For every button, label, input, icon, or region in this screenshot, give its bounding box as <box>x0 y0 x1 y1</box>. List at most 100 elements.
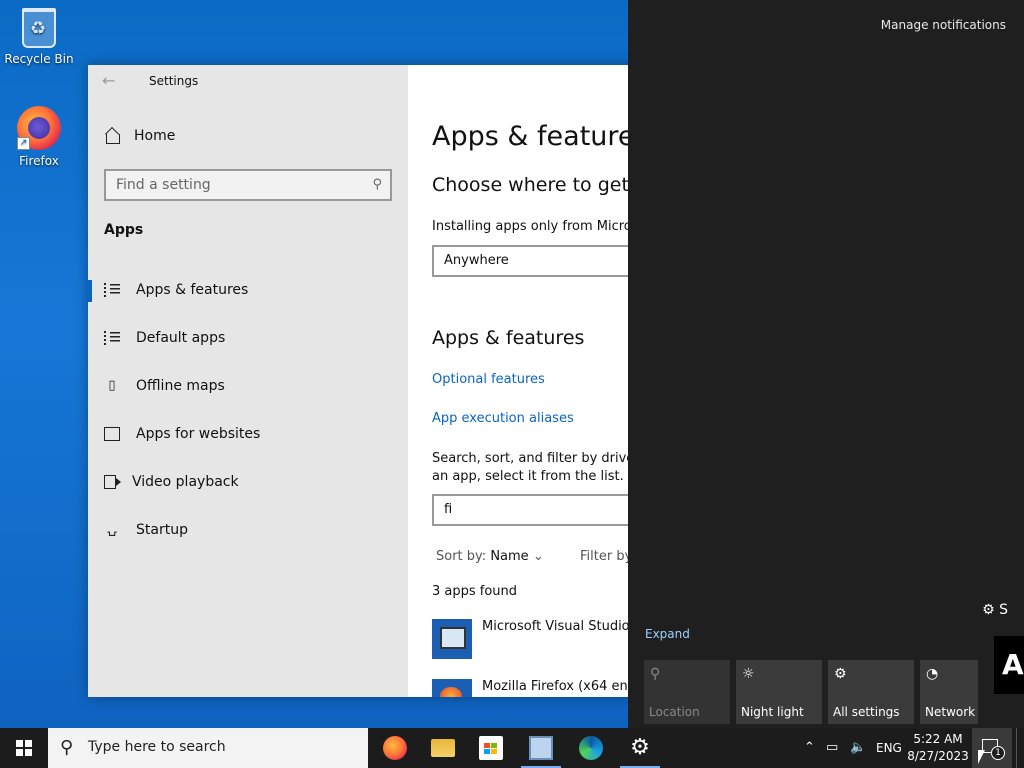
sort-label: Sort by: <box>436 549 487 564</box>
home-nav-item[interactable]: Home <box>104 128 175 144</box>
open-in-icon <box>104 427 120 441</box>
map-icon: ▯ <box>108 378 116 393</box>
recycle-bin-shortcut[interactable]: Recycle Bin <box>4 8 74 66</box>
gear-icon: ⚙ <box>834 666 847 682</box>
search-input-value: fi <box>444 502 453 517</box>
show-desktop-button[interactable] <box>1016 728 1024 768</box>
quick-action-label: All settings <box>833 705 900 719</box>
recycle-bin-icon <box>22 8 56 48</box>
firefox-icon <box>383 736 407 760</box>
manage-notifications-link[interactable]: Manage notifications <box>881 18 1006 32</box>
sidebar-item-label: Video playback <box>132 474 239 490</box>
quick-action-night-light[interactable]: ☼ Night light <box>736 660 822 724</box>
visual-studio-installer-icon <box>432 619 472 659</box>
video-icon <box>104 475 121 489</box>
optional-features-link[interactable]: Optional features <box>432 372 545 387</box>
clock-date: 8/27/2023 <box>907 749 969 763</box>
store-icon <box>479 736 503 760</box>
sidebar-item-offline-maps[interactable]: ▯ Offline maps <box>88 366 408 406</box>
sidebar-item-startup[interactable]: ⍽ Startup <box>88 510 408 550</box>
sidebar-item-apps-features[interactable]: Apps & features <box>88 270 408 310</box>
default-apps-icon <box>104 331 120 345</box>
sort-value: Name <box>490 549 529 564</box>
app-name: Microsoft Visual Studio <box>482 619 630 634</box>
app-source-dropdown[interactable]: Anywhere <box>432 245 648 277</box>
taskbar-store[interactable] <box>467 728 515 768</box>
search-help-line2: an app, select it from the list. <box>432 469 624 484</box>
notification-count-badge: 1 <box>991 746 1005 760</box>
sidebar-item-apps-for-websites[interactable]: Apps for websites <box>88 414 408 454</box>
section-heading: Apps <box>104 222 144 238</box>
sidebar-item-label: Apps for websites <box>136 426 261 442</box>
quick-action-label: Network <box>925 705 976 719</box>
quick-action-network[interactable]: ◔ Network <box>920 660 978 724</box>
home-label: Home <box>134 128 176 144</box>
network-tray-icon[interactable]: ▭ <box>826 740 838 755</box>
mouse-cursor-icon <box>978 750 985 764</box>
volume-icon[interactable]: 🔈 <box>850 740 866 755</box>
firefox-shortcut[interactable]: ↗ Firefox <box>4 106 74 168</box>
firefox-installer-icon <box>432 679 472 697</box>
quick-action-all-settings[interactable]: ⚙ All settings <box>828 660 914 724</box>
side-tile[interactable]: A <box>994 636 1024 694</box>
settings-content: Apps & features Choose where to get a In… <box>408 65 648 697</box>
clock[interactable]: 5:22 AM 8/27/2023 <box>906 731 970 765</box>
installing-text: Installing apps only from Micros <box>432 219 639 234</box>
chevron-down-icon: ⌄ <box>532 549 544 564</box>
title-bar: ← Settings <box>88 65 408 97</box>
firefox-icon: ↗ <box>17 106 61 150</box>
search-placeholder: Type here to search <box>88 739 226 755</box>
execution-aliases-link[interactable]: App execution aliases <box>432 411 574 426</box>
taskbar-search-box[interactable]: ⚲ Type here to search <box>48 728 368 768</box>
dropdown-value: Anywhere <box>444 253 509 268</box>
quick-action-label: Night light <box>741 705 804 719</box>
taskbar-firefox[interactable] <box>371 728 419 768</box>
choose-heading: Choose where to get a <box>432 174 647 196</box>
shortcut-arrow-icon: ↗ <box>17 137 30 150</box>
edge-icon <box>579 736 603 760</box>
sort-control[interactable]: Sort by: Name ⌄ <box>436 549 544 564</box>
firefox-label: Firefox <box>19 154 59 168</box>
filter-control[interactable]: Filter by <box>580 549 632 564</box>
action-center-panel: Manage notifications Expand ⚲ Location ☼… <box>628 0 1024 728</box>
search-help-line1: Search, sort, and filter by drive. <box>432 451 639 466</box>
side-tile-letter: A <box>1002 648 1024 681</box>
app-list-item[interactable]: Microsoft Visual Studio <box>432 619 630 659</box>
taskbar-file-explorer[interactable] <box>419 728 467 768</box>
quick-action-label: Location <box>649 705 700 719</box>
app-name: Mozilla Firefox (x64 en- <box>482 679 633 694</box>
network-icon: ◔ <box>926 666 939 682</box>
result-count: 3 apps found <box>432 584 518 599</box>
taskbar-edge[interactable] <box>567 728 615 768</box>
search-icon: ⚲ <box>60 737 74 758</box>
app-search-input[interactable]: fi <box>432 494 648 526</box>
clock-time: 5:22 AM <box>913 732 963 746</box>
input-language[interactable]: ENG <box>876 741 902 755</box>
back-arrow-icon[interactable]: ← <box>102 71 115 90</box>
file-explorer-icon <box>431 739 455 757</box>
find-setting-input[interactable]: Find a setting ⚲ <box>104 169 392 201</box>
search-icon: ⚲ <box>372 177 382 192</box>
night-light-icon: ☼ <box>742 666 755 682</box>
sidebar-item-video-playback[interactable]: Video playback <box>88 462 408 502</box>
show-hidden-icons-chevron-icon[interactable]: ⌃ <box>804 740 815 755</box>
find-setting-placeholder: Find a setting <box>116 177 211 193</box>
settings-window: ← Settings Home Find a setting ⚲ Apps Ap… <box>88 65 648 697</box>
features-heading: Apps & features <box>432 327 585 349</box>
gear-icon: ⚙ <box>982 602 995 618</box>
sidebar-item-default-apps[interactable]: Default apps <box>88 318 408 358</box>
apps-list-icon <box>104 283 120 297</box>
taskbar-remote-desktop[interactable] <box>517 728 565 768</box>
expand-quick-actions[interactable]: Expand <box>645 627 690 641</box>
quick-action-location[interactable]: ⚲ Location <box>644 660 730 724</box>
settings-gear-icon: ⚙ <box>630 735 650 760</box>
side-settings-button[interactable]: ⚙ S <box>982 602 1008 618</box>
taskbar: ⚲ Type here to search ⚙ ⌃ ▭ 🔈 ENG 5:22 A… <box>0 728 1024 768</box>
side-settings-label: S <box>999 602 1008 618</box>
windows-logo-icon <box>16 740 32 756</box>
start-button[interactable] <box>0 728 48 768</box>
window-title: Settings <box>149 74 199 88</box>
sidebar-item-label: Default apps <box>136 330 226 346</box>
app-list-item[interactable]: Mozilla Firefox (x64 en- <box>432 679 632 697</box>
taskbar-settings[interactable]: ⚙ <box>616 728 664 768</box>
